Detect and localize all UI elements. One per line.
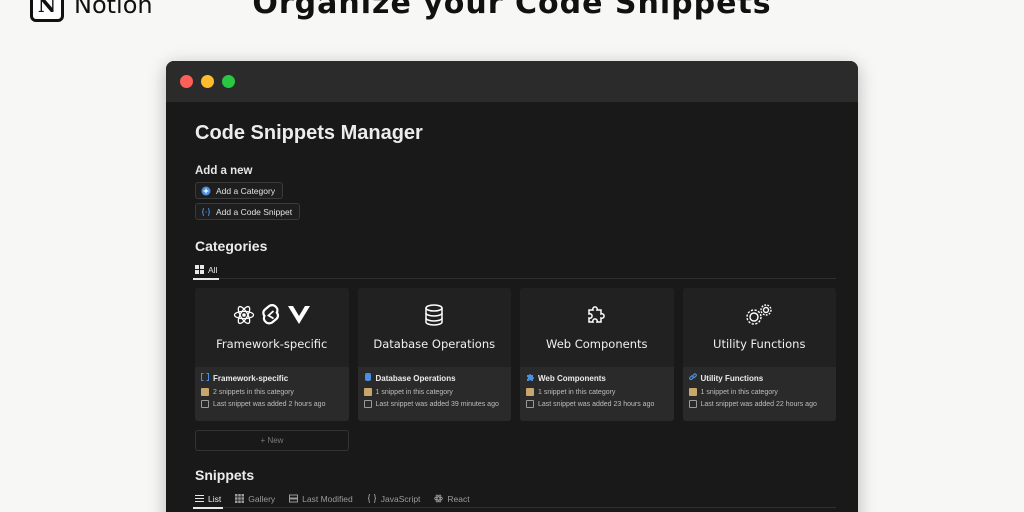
add-category-label: Add a Category	[216, 185, 276, 196]
card-cover: Utility Functions	[682, 288, 836, 367]
maximize-window-button[interactable]	[222, 75, 235, 88]
close-window-button[interactable]	[180, 75, 193, 88]
braces-icon	[201, 207, 211, 217]
window-titlebar	[166, 61, 858, 102]
add-code-snippet-label: Add a Code Snippet	[216, 206, 293, 217]
svelte-icon	[261, 303, 281, 332]
card-title: Framework-specific	[213, 373, 289, 383]
add-category-button[interactable]: Add a Category	[195, 182, 284, 199]
stack-icon	[289, 494, 299, 505]
folder-icon	[688, 388, 697, 396]
categories-heading: Categories	[195, 238, 268, 254]
promo-title: Organize your Code Snippets	[252, 0, 772, 21]
grid-icon	[195, 264, 204, 276]
card-last-added: Last snippet was added 23 hours ago	[538, 400, 655, 408]
calendar-icon	[526, 400, 534, 408]
card-count: 2 snippets in this category	[213, 388, 294, 396]
link-icon	[688, 373, 697, 383]
card-title: Utility Functions	[700, 373, 764, 383]
database-icon	[424, 304, 444, 331]
card-cover-text: Database Operations	[373, 336, 496, 351]
card-title: Database Operations	[375, 373, 456, 383]
react-icon	[434, 494, 444, 505]
tab-all[interactable]: All	[192, 261, 220, 280]
category-cards: Framework-specific Framework-specific 2 …	[195, 288, 836, 421]
card-last-added: Last snippet was added 39 minutes ago	[375, 400, 499, 408]
snippets-heading: Snippets	[195, 467, 255, 483]
tab-list[interactable]: List	[192, 490, 224, 509]
tab-last-modified[interactable]: Last Modified	[289, 490, 353, 508]
react-icon	[233, 304, 255, 331]
categories-tabs: All	[192, 261, 836, 280]
tab-javascript[interactable]: JavaScript	[367, 490, 421, 508]
folder-icon	[201, 388, 209, 396]
add-code-snippet-button[interactable]: Add a Code Snippet	[195, 203, 301, 220]
card-count: 1 snippet in this category	[538, 388, 616, 396]
card-cover-text: Framework-specific	[216, 336, 328, 351]
card-cover: Web Components	[520, 288, 674, 367]
card-cover: Database Operations	[357, 288, 511, 367]
card-count: 1 snippet in this category	[375, 388, 453, 396]
tab-react-label: React	[447, 494, 470, 504]
puzzle-small-icon	[526, 373, 534, 383]
card-cover: Framework-specific	[195, 288, 349, 367]
card-cover-text: Web Components	[546, 336, 648, 351]
card-count: 1 snippet in this category	[700, 388, 778, 396]
bracket-square-icon	[201, 373, 209, 383]
card-title: Web Components	[538, 373, 606, 383]
calendar-icon	[201, 400, 209, 408]
tab-react[interactable]: React	[434, 490, 470, 508]
category-card-web-components[interactable]: Web Components Web Components 1 snippet …	[520, 288, 674, 421]
add-new-label: Add a new	[195, 165, 253, 177]
vue-icon	[287, 305, 311, 330]
tab-last-modified-label: Last Modified	[302, 494, 353, 504]
puzzle-icon	[586, 304, 608, 331]
calendar-icon	[688, 400, 697, 408]
category-card-framework-specific[interactable]: Framework-specific Framework-specific 2 …	[195, 288, 349, 421]
tab-javascript-label: JavaScript	[380, 494, 421, 504]
folder-icon	[363, 388, 372, 396]
plus-circle-icon	[201, 186, 211, 196]
gears-icon	[744, 303, 774, 332]
category-card-database-operations[interactable]: Database Operations Database Operations …	[357, 288, 511, 421]
card-last-added: Last snippet was added 2 hours ago	[213, 400, 326, 408]
tab-list-label: List	[208, 494, 222, 504]
braces-icon	[367, 493, 377, 505]
database-small-icon	[364, 373, 372, 383]
tab-all-label: All	[208, 265, 218, 275]
new-category-button[interactable]: + New	[195, 430, 349, 451]
snippets-tabs: List Gallery Last Modified JavaScript Re…	[192, 490, 836, 509]
tab-gallery-label: Gallery	[248, 494, 276, 504]
tab-gallery[interactable]: Gallery	[235, 490, 275, 508]
calendar-icon	[363, 400, 372, 408]
minimize-window-button[interactable]	[201, 75, 214, 88]
gallery-icon	[235, 493, 245, 505]
card-last-added: Last snippet was added 22 hours ago	[700, 400, 817, 408]
folder-icon	[526, 388, 534, 396]
category-card-utility-functions[interactable]: Utility Functions Utility Functions 1 sn…	[682, 288, 836, 421]
page-content: Code Snippets Manager Add a new Add a Ca…	[166, 102, 858, 509]
list-icon	[195, 494, 204, 505]
card-cover-text: Utility Functions	[713, 336, 806, 351]
app-window: Code Snippets Manager Add a new Add a Ca…	[166, 61, 858, 512]
page-title: Code Snippets Manager	[195, 122, 423, 144]
